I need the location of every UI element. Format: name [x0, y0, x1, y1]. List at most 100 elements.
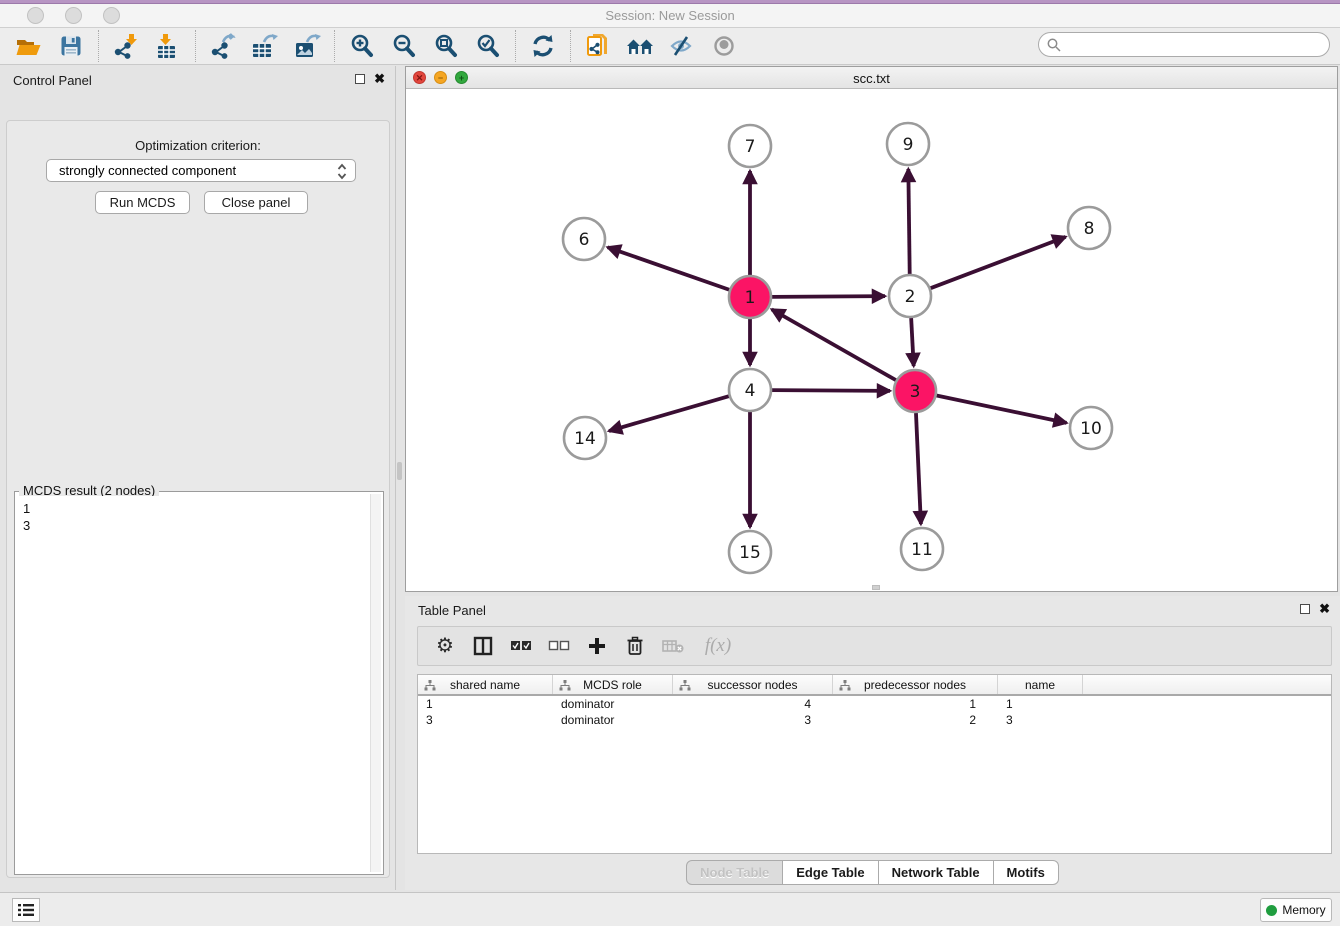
delete-table-icon: [662, 638, 684, 654]
network-canvas[interactable]: 7 9 6 8 1 2 4 3 14 10 15 11: [406, 89, 1337, 592]
cell-shared-name[interactable]: 3: [418, 712, 553, 728]
node-15[interactable]: 15: [729, 531, 771, 573]
table-panel-tabs: Node TableEdge TableNetwork TableMotifs: [405, 860, 1340, 885]
mcds-result-item[interactable]: 1: [23, 500, 369, 517]
edge-2-9[interactable]: [908, 169, 909, 274]
export-table-button[interactable]: [244, 30, 286, 62]
edge-1-6[interactable]: [608, 247, 730, 289]
node-9[interactable]: 9: [887, 123, 929, 165]
panel-splitter-handle[interactable]: [397, 462, 402, 480]
node-1[interactable]: 1: [729, 276, 771, 318]
edge-4-14[interactable]: [609, 396, 729, 431]
cell-name[interactable]: 1: [998, 696, 1083, 712]
clone-network-button[interactable]: [577, 30, 619, 62]
column-header-successor-nodes[interactable]: successor nodes: [673, 675, 833, 694]
edge-2-8[interactable]: [931, 237, 1066, 288]
select-all-columns-button[interactable]: [506, 631, 536, 661]
control-panel-close-icon[interactable]: ✖: [374, 73, 385, 84]
node-8[interactable]: 8: [1068, 207, 1110, 249]
column-header-name[interactable]: name: [998, 675, 1083, 694]
search-field[interactable]: [1038, 32, 1330, 57]
refresh-button[interactable]: [522, 30, 564, 62]
mcds-result-list[interactable]: 13: [17, 496, 369, 872]
column-header-shared-name[interactable]: shared name: [418, 675, 553, 694]
close-panel-button[interactable]: Close panel: [204, 191, 308, 214]
tab-edge-table[interactable]: Edge Table: [783, 860, 878, 885]
table-panel-float-icon[interactable]: [1300, 604, 1310, 614]
search-input[interactable]: [1066, 38, 1321, 52]
node-label: 15: [739, 543, 761, 563]
node-10[interactable]: 10: [1070, 407, 1112, 449]
cell-shared-name[interactable]: 1: [418, 696, 553, 712]
node-11[interactable]: 11: [901, 528, 943, 570]
node-label: 8: [1084, 219, 1095, 239]
first-neighbors-button[interactable]: [619, 30, 661, 62]
edge-1-2[interactable]: [772, 296, 885, 297]
cell-MCDS-role[interactable]: dominator: [553, 696, 673, 712]
edge-3-10[interactable]: [937, 396, 1067, 423]
show-columns-button[interactable]: [468, 631, 498, 661]
run-mcds-button[interactable]: Run MCDS: [95, 191, 190, 214]
column-header-predecessor-nodes[interactable]: predecessor nodes: [833, 675, 998, 694]
edge-2-3[interactable]: [911, 318, 914, 366]
trash-icon: [626, 636, 644, 656]
gear-icon: ⚙: [436, 636, 454, 656]
main-toolbar: [0, 28, 1340, 65]
cell-successor-nodes[interactable]: 3: [673, 712, 833, 728]
optimization-criterion-dropdown[interactable]: strongly connected component: [46, 159, 356, 182]
network-resize-handle[interactable]: [872, 585, 880, 590]
memory-button[interactable]: Memory: [1260, 898, 1332, 922]
column-header-filler: [1083, 675, 1331, 694]
import-table-button[interactable]: [147, 30, 189, 62]
save-session-button[interactable]: [50, 30, 92, 62]
table-row[interactable]: 3dominator323: [418, 712, 1331, 728]
delete-table-button[interactable]: [658, 631, 688, 661]
zoom-selected-button[interactable]: [467, 30, 509, 62]
zoom-out-button[interactable]: [383, 30, 425, 62]
edge-3-1[interactable]: [772, 309, 896, 380]
tab-node-table[interactable]: Node Table: [686, 860, 783, 885]
eye-icon: [710, 34, 738, 58]
edge-3-11[interactable]: [916, 413, 921, 524]
table-settings-button[interactable]: ⚙: [430, 631, 460, 661]
mcds-result-item[interactable]: 3: [23, 517, 369, 534]
node-4[interactable]: 4: [729, 369, 771, 411]
node-table: shared nameMCDS rolesuccessor nodesprede…: [417, 674, 1332, 854]
cell-name[interactable]: 3: [998, 712, 1083, 728]
edge-4-3[interactable]: [772, 390, 890, 391]
cell-predecessor-nodes[interactable]: 1: [833, 696, 998, 712]
tab-motifs[interactable]: Motifs: [994, 860, 1059, 885]
hide-selected-button[interactable]: [661, 30, 703, 62]
add-column-button[interactable]: [582, 631, 612, 661]
control-panel: Control Panel ✖ NetworkStyleSelectMCDS O…: [0, 66, 396, 890]
show-hidden-button[interactable]: [703, 30, 745, 62]
export-network-button[interactable]: [202, 30, 244, 62]
zoom-in-button[interactable]: [341, 30, 383, 62]
table-row[interactable]: 1dominator411: [418, 696, 1331, 712]
cell-MCDS-role[interactable]: dominator: [553, 712, 673, 728]
network-window-titlebar[interactable]: ✕ − + scc.txt: [406, 67, 1337, 89]
function-builder-button[interactable]: f(x): [696, 631, 740, 661]
control-panel-float-icon[interactable]: [355, 74, 365, 84]
node-7[interactable]: 7: [729, 125, 771, 167]
open-session-button[interactable]: [8, 30, 50, 62]
cell-successor-nodes[interactable]: 4: [673, 696, 833, 712]
clone-network-icon: [585, 32, 611, 60]
import-network-button[interactable]: [105, 30, 147, 62]
mcds-result-scrollbar[interactable]: [370, 494, 381, 872]
window-title: Session: New Session: [0, 8, 1340, 23]
unselect-all-columns-button[interactable]: [544, 631, 574, 661]
delete-column-button[interactable]: [620, 631, 650, 661]
tab-network-table[interactable]: Network Table: [879, 860, 994, 885]
task-history-button[interactable]: [12, 898, 40, 922]
node-2[interactable]: 2: [889, 275, 931, 317]
node-14[interactable]: 14: [564, 417, 606, 459]
cell-predecessor-nodes[interactable]: 2: [833, 712, 998, 728]
zoom-fit-button[interactable]: [425, 30, 467, 62]
export-image-button[interactable]: [286, 30, 328, 62]
column-header-MCDS-role[interactable]: MCDS role: [553, 675, 673, 694]
table-panel-close-icon[interactable]: ✖: [1319, 603, 1330, 614]
node-6[interactable]: 6: [563, 218, 605, 260]
application-window: Session: New Session: [0, 0, 1340, 926]
node-3[interactable]: 3: [894, 370, 936, 412]
